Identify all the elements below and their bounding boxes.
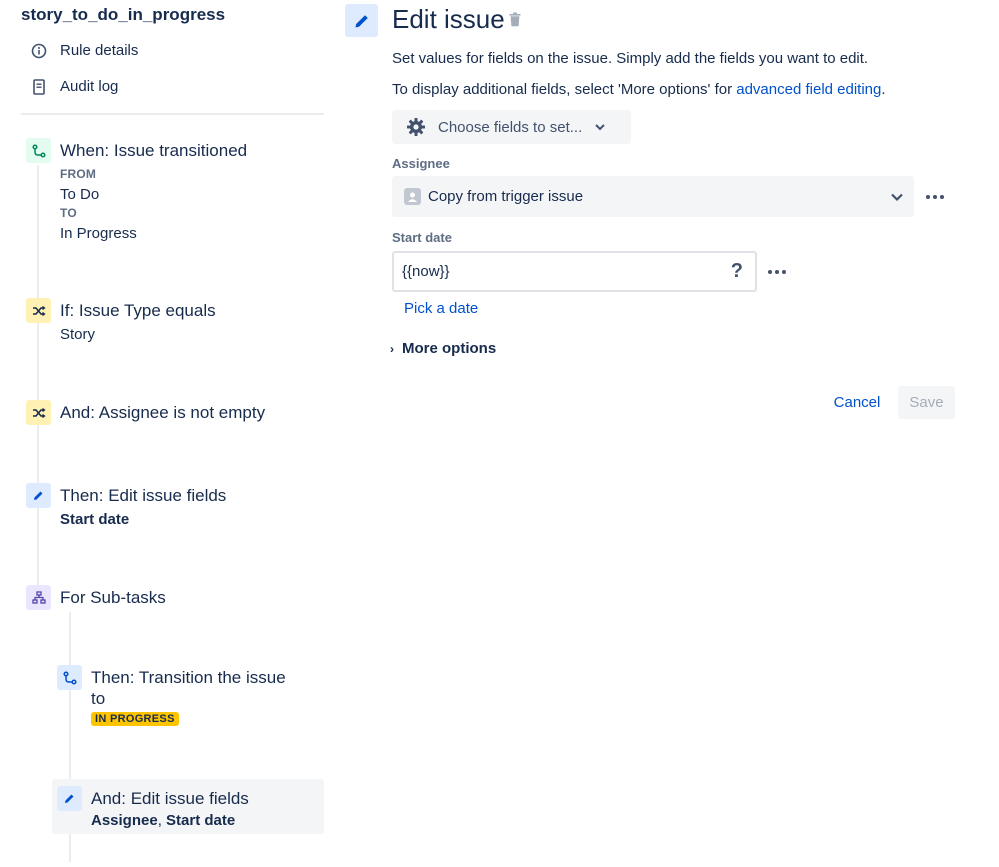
component-title: And: Assignee is not empty bbox=[60, 403, 266, 422]
to-value: In Progress bbox=[60, 225, 137, 242]
component-sub: Assignee, Start date bbox=[91, 812, 235, 829]
choose-fields-button[interactable]: Choose fields to set... bbox=[392, 110, 631, 144]
chevron-right-icon: › bbox=[390, 341, 394, 356]
component-branch-subtasks[interactable]: For Sub-tasks bbox=[26, 585, 316, 613]
start-date-more-icon[interactable] bbox=[768, 267, 786, 277]
shuffle-icon bbox=[26, 400, 51, 425]
from-label: FROM bbox=[60, 167, 97, 181]
assignee-more-icon[interactable] bbox=[926, 192, 944, 202]
chevron-down-icon bbox=[594, 123, 606, 131]
info-icon bbox=[30, 42, 47, 59]
chevron-down-icon bbox=[890, 189, 904, 206]
component-action-transition[interactable]: Then: Transition the issue to IN PROGRES… bbox=[57, 665, 317, 731]
save-button[interactable]: Save bbox=[898, 386, 955, 419]
component-title: If: Issue Type equals bbox=[60, 301, 216, 320]
rule-title: story_to_do_in_progress bbox=[21, 5, 226, 24]
field-assignee: Assignee bbox=[91, 812, 158, 829]
component-condition-issue-type[interactable]: If: Issue Type equals Story bbox=[26, 298, 316, 348]
editor-additional-info: To display additional fields, select 'Mo… bbox=[392, 81, 886, 98]
editor-title: Edit issue bbox=[392, 4, 505, 34]
gear-icon bbox=[406, 117, 426, 137]
more-options-label: More options bbox=[402, 340, 497, 357]
component-trigger[interactable]: When: Issue transitioned FROM To Do TO I… bbox=[26, 138, 316, 248]
status-lozenge: IN PROGRESS bbox=[91, 712, 179, 726]
editor-description: Set values for fields on the issue. Simp… bbox=[392, 50, 869, 67]
shuffle-icon bbox=[26, 298, 51, 323]
additional-info-text: To display additional fields, select 'Mo… bbox=[392, 81, 737, 98]
hierarchy-icon bbox=[26, 585, 51, 610]
nav-item-label: Audit log bbox=[60, 78, 119, 95]
component-title: Then: Edit issue fields bbox=[60, 486, 227, 505]
from-value: To Do bbox=[60, 186, 100, 203]
cancel-button[interactable]: Cancel bbox=[823, 386, 891, 419]
component-condition-assignee[interactable]: And: Assignee is not empty bbox=[26, 400, 316, 428]
help-icon[interactable]: ? bbox=[731, 260, 743, 283]
nav-audit-log[interactable]: Audit log bbox=[30, 78, 118, 95]
divider bbox=[21, 113, 324, 115]
to-label: TO bbox=[60, 206, 77, 220]
more-options-toggle[interactable]: › More options bbox=[390, 340, 496, 357]
field-start-date: Start date bbox=[166, 812, 236, 829]
additional-info-suffix: . bbox=[881, 81, 886, 98]
component-title: For Sub-tasks bbox=[60, 588, 166, 607]
pencil-icon bbox=[57, 786, 82, 811]
avatar-icon bbox=[404, 188, 421, 205]
component-title: And: Edit issue fields bbox=[91, 789, 249, 808]
assignee-select[interactable]: Copy from trigger issue bbox=[392, 176, 914, 217]
component-title-continued: to bbox=[91, 689, 106, 708]
nav-rule-details[interactable]: Rule details bbox=[30, 42, 138, 59]
component-action-edit-issue[interactable]: Then: Edit issue fields Start date bbox=[26, 483, 316, 533]
component-title: Then: Transition the issue bbox=[91, 668, 286, 687]
advanced-field-editing-link[interactable]: advanced field editing bbox=[736, 81, 881, 98]
pencil-icon bbox=[26, 483, 51, 508]
field-separator: , bbox=[157, 812, 167, 829]
assignee-value: Copy from trigger issue bbox=[428, 188, 584, 205]
start-date-input[interactable]: {{now}} ? bbox=[392, 251, 757, 292]
transition-icon bbox=[26, 138, 51, 163]
start-date-label: Start date bbox=[392, 230, 452, 245]
trash-icon[interactable] bbox=[509, 12, 523, 29]
component-action-edit-issue-selected[interactable]: And: Edit issue fields Assignee, Start d… bbox=[57, 786, 317, 832]
assignee-label: Assignee bbox=[392, 156, 450, 171]
choose-fields-label: Choose fields to set... bbox=[438, 118, 583, 136]
component-sub: Start date bbox=[60, 511, 130, 528]
start-date-value: {{now}} bbox=[402, 263, 450, 280]
nav-item-label: Rule details bbox=[60, 42, 139, 59]
pencil-icon bbox=[345, 4, 378, 37]
component-title: When: Issue transitioned bbox=[60, 141, 248, 160]
transition-icon bbox=[57, 665, 82, 690]
document-icon bbox=[30, 78, 47, 95]
pick-date-link[interactable]: Pick a date bbox=[404, 300, 478, 317]
component-sub: Story bbox=[60, 326, 96, 343]
